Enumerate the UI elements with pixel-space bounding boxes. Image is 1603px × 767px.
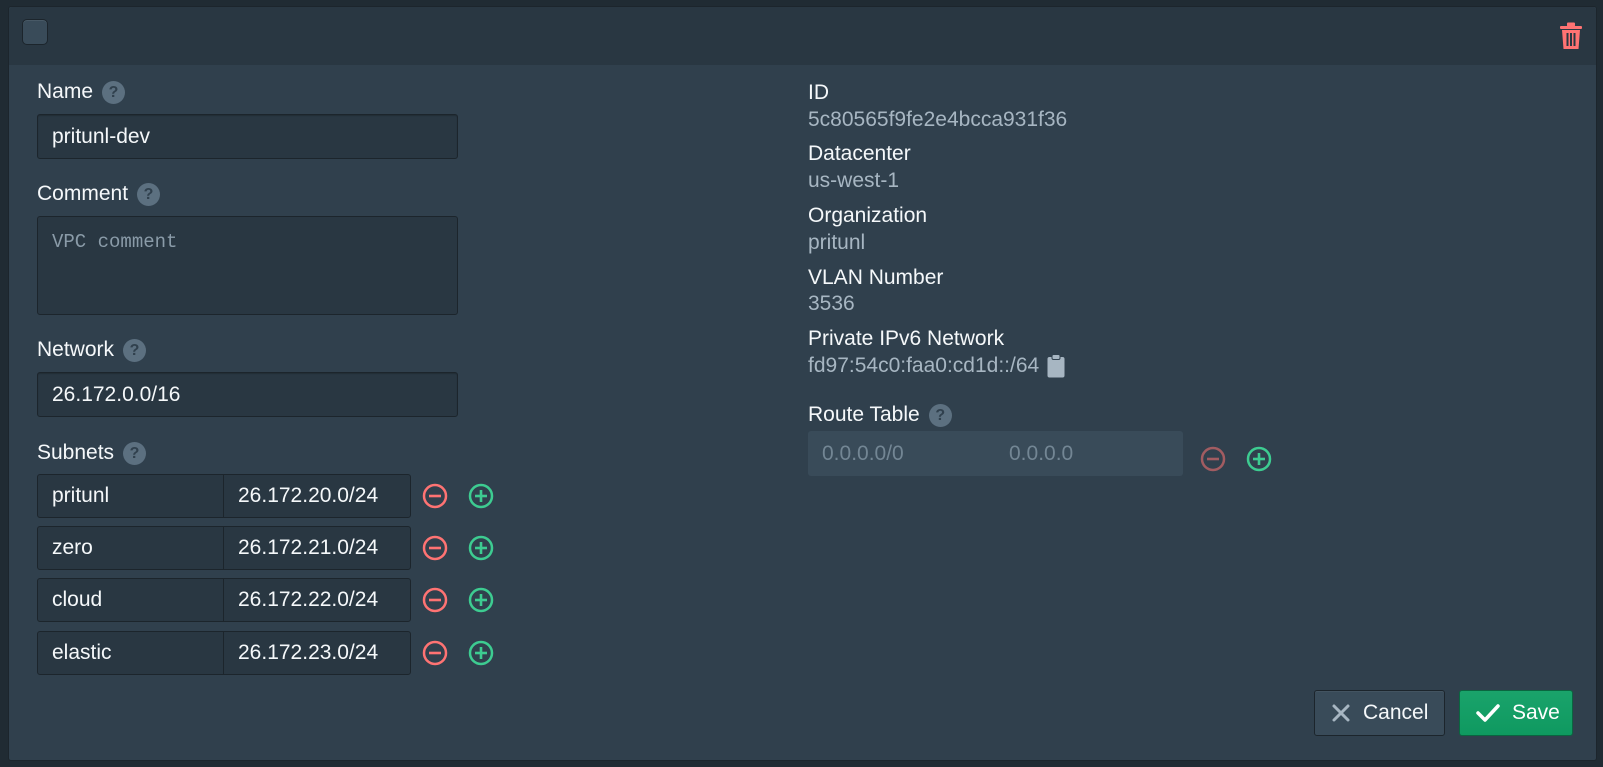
subnet-name-input[interactable]: cloud bbox=[37, 578, 224, 622]
network-input[interactable]: 26.172.0.0/16 bbox=[37, 372, 458, 417]
help-icon[interactable]: ? bbox=[102, 80, 126, 104]
subnets-label: Subnets ? bbox=[37, 441, 147, 465]
ipv6-row: fd97:54c0:faa0:cd1d::/64 bbox=[808, 354, 1065, 378]
comment-label: Comment ? bbox=[37, 182, 161, 206]
subnet-name-input[interactable]: pritunl bbox=[37, 474, 224, 518]
add-subnet-icon[interactable] bbox=[468, 587, 494, 613]
vlan-value: 3536 bbox=[808, 292, 855, 315]
id-label: ID bbox=[808, 81, 829, 104]
save-button-label: Save bbox=[1512, 701, 1560, 724]
remove-subnet-icon[interactable] bbox=[422, 587, 448, 613]
add-subnet-icon[interactable] bbox=[468, 483, 494, 509]
comment-label-text: Comment bbox=[37, 182, 129, 205]
close-icon bbox=[1332, 704, 1350, 722]
vlan-label: VLAN Number bbox=[808, 266, 944, 289]
route-row: 0.0.0.0/0 0.0.0.0 bbox=[808, 431, 1183, 476]
remove-route-icon[interactable] bbox=[1200, 446, 1226, 472]
subnet-row: elastic 26.172.23.0/24 bbox=[37, 631, 507, 675]
subnet-row: zero 26.172.21.0/24 bbox=[37, 526, 507, 570]
subnet-network-input[interactable]: 26.172.23.0/24 bbox=[223, 631, 411, 675]
select-checkbox[interactable] bbox=[22, 19, 48, 45]
help-icon[interactable]: ? bbox=[137, 182, 161, 206]
remove-subnet-icon[interactable] bbox=[422, 535, 448, 561]
route-destination-input[interactable]: 0.0.0.0/0 bbox=[808, 431, 995, 476]
organization-label: Organization bbox=[808, 204, 928, 227]
comment-textarea[interactable]: VPC comment bbox=[37, 216, 458, 315]
add-subnet-icon[interactable] bbox=[468, 535, 494, 561]
card-header bbox=[9, 7, 1596, 65]
id-value: 5c80565f9fe2e4bcca931f36 bbox=[808, 108, 1068, 131]
subnet-network-input[interactable]: 26.172.21.0/24 bbox=[223, 526, 411, 570]
subnet-row: pritunl 26.172.20.0/24 bbox=[37, 474, 507, 518]
help-icon[interactable]: ? bbox=[123, 441, 147, 465]
ipv6-value: fd97:54c0:faa0:cd1d::/64 bbox=[808, 354, 1040, 377]
route-table-label-text: Route Table bbox=[808, 403, 920, 426]
help-icon[interactable]: ? bbox=[928, 403, 952, 427]
add-subnet-icon[interactable] bbox=[468, 640, 494, 666]
name-input[interactable]: pritunl-dev bbox=[37, 114, 458, 159]
checkmark-icon bbox=[1476, 704, 1500, 722]
add-route-icon[interactable] bbox=[1246, 446, 1272, 472]
network-label: Network ? bbox=[37, 338, 147, 362]
subnet-row: cloud 26.172.22.0/24 bbox=[37, 578, 507, 622]
cancel-button-label: Cancel bbox=[1363, 701, 1429, 724]
subnet-name-input[interactable]: zero bbox=[37, 526, 224, 570]
datacenter-label: Datacenter bbox=[808, 142, 911, 165]
route-target-input[interactable]: 0.0.0.0 bbox=[995, 431, 1183, 476]
remove-subnet-icon[interactable] bbox=[422, 640, 448, 666]
remove-subnet-icon[interactable] bbox=[422, 483, 448, 509]
subnet-network-input[interactable]: 26.172.20.0/24 bbox=[223, 474, 411, 518]
save-button[interactable]: Save bbox=[1459, 690, 1573, 736]
help-icon[interactable]: ? bbox=[123, 338, 147, 362]
name-label: Name ? bbox=[37, 80, 126, 104]
route-table-label: Route Table ? bbox=[808, 403, 952, 427]
organization-value: pritunl bbox=[808, 231, 866, 254]
name-label-text: Name bbox=[37, 80, 94, 103]
trash-icon[interactable] bbox=[1559, 22, 1583, 50]
cancel-button[interactable]: Cancel bbox=[1314, 690, 1445, 736]
datacenter-value: us-west-1 bbox=[808, 169, 900, 192]
subnet-network-input[interactable]: 26.172.22.0/24 bbox=[223, 578, 411, 622]
clipboard-icon[interactable] bbox=[1047, 354, 1065, 378]
subnets-label-text: Subnets bbox=[37, 441, 115, 464]
ipv6-label: Private IPv6 Network bbox=[808, 327, 1005, 350]
subnet-name-input[interactable]: elastic bbox=[37, 631, 224, 675]
network-label-text: Network bbox=[37, 338, 115, 361]
